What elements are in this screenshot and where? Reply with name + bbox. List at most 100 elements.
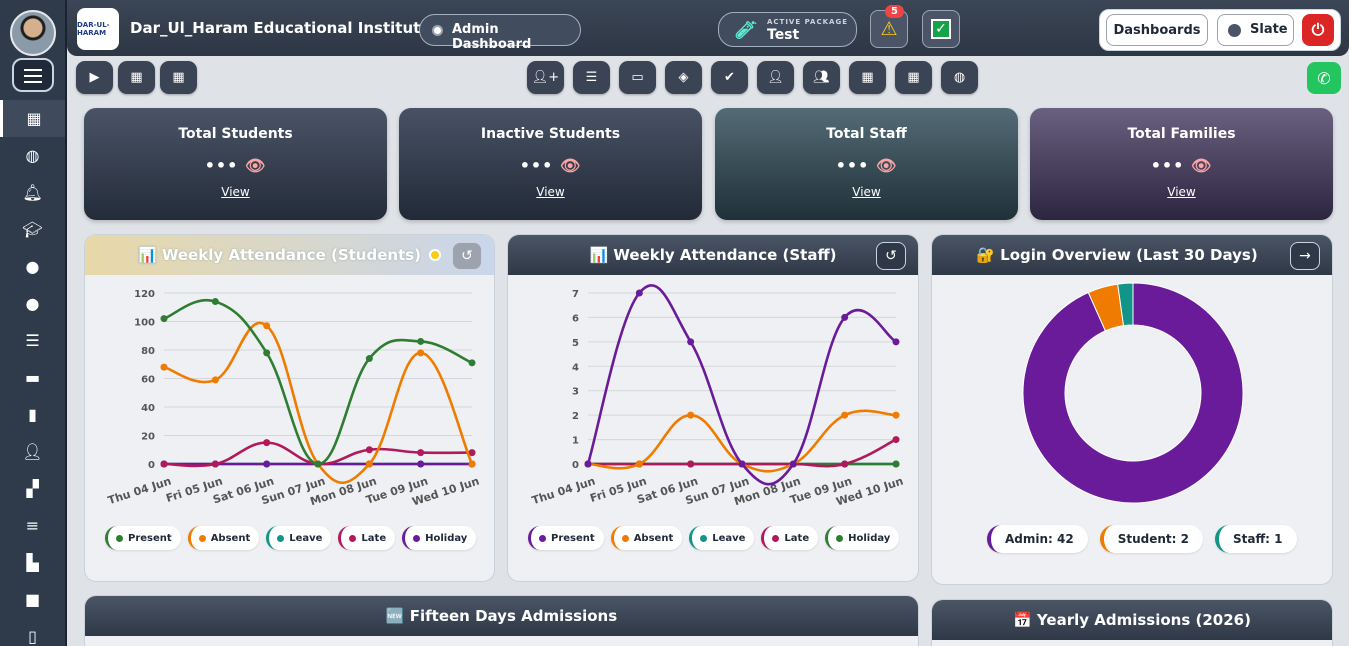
sidebar-list-icon[interactable]: ☰: [0, 322, 65, 359]
sidebar-file-icon[interactable]: ■: [0, 581, 65, 618]
arrow-right-icon-button[interactable]: →: [1290, 242, 1320, 270]
eye-icon[interactable]: 👁: [876, 156, 897, 175]
sidebar-user-icon[interactable]: 👤︎: [0, 433, 65, 470]
data-point-present[interactable]: [263, 349, 271, 357]
view-link[interactable]: View: [399, 185, 702, 199]
whatsapp-icon-button[interactable]: ✆: [1307, 62, 1341, 94]
data-point-present[interactable]: [892, 338, 900, 346]
play-icon-button[interactable]: ▶: [76, 61, 113, 94]
view-link[interactable]: View: [84, 185, 387, 199]
data-point-absent[interactable]: [365, 460, 373, 468]
sidebar-globe-icon[interactable]: ◍: [0, 137, 65, 174]
data-point-late[interactable]: [211, 460, 219, 468]
data-point-present[interactable]: [211, 298, 219, 306]
legend-absent[interactable]: Absent: [187, 526, 260, 550]
classroom-icon-button[interactable]: ▭: [619, 61, 656, 94]
list-icon-button[interactable]: ☰: [573, 61, 610, 94]
data-point-holiday[interactable]: [417, 460, 425, 468]
hamburger-menu-button[interactable]: [12, 58, 54, 92]
grid-icon-button[interactable]: ▦: [118, 61, 155, 94]
theme-button[interactable]: Slate: [1217, 14, 1294, 46]
legend-leave[interactable]: Leave: [689, 526, 755, 550]
legend-holiday[interactable]: Holiday: [825, 526, 900, 550]
logout-power-button[interactable]: ⏻: [1302, 14, 1334, 46]
legend-staff[interactable]: Staff: 1: [1214, 525, 1297, 553]
eye-icon[interactable]: 👁: [560, 156, 581, 175]
data-point-present[interactable]: [635, 289, 643, 297]
data-point-present[interactable]: [365, 355, 373, 363]
apps-icon-button-2[interactable]: ▦: [895, 61, 932, 94]
history-icon-button[interactable]: ↺: [876, 242, 906, 270]
donut-slice-admin[interactable]: [1022, 282, 1244, 504]
data-point-present[interactable]: [314, 460, 322, 468]
legend-absent[interactable]: Absent: [610, 526, 683, 550]
eye-icon[interactable]: 👁: [1191, 156, 1212, 175]
data-point-late[interactable]: [263, 439, 271, 447]
sidebar-dashboard-icon[interactable]: ▦: [0, 100, 65, 137]
warnings-button[interactable]: ⚠ 5: [870, 5, 908, 48]
sidebar-graduation-icon[interactable]: 🎓︎: [0, 211, 65, 248]
data-point-late[interactable]: [841, 460, 849, 468]
add-user-icon-button[interactable]: 👤︎+: [527, 61, 564, 94]
dashboards-button[interactable]: Dashboards: [1106, 14, 1208, 46]
user-check-icon-button[interactable]: ✔: [711, 61, 748, 94]
view-link[interactable]: View: [1030, 185, 1333, 199]
active-package-button[interactable]: 🧪︎ ACTIVE PACKAGE Test: [718, 12, 857, 47]
data-point-present[interactable]: [789, 460, 797, 468]
sidebar-card-icon[interactable]: ▬: [0, 359, 65, 396]
data-point-absent[interactable]: [635, 460, 643, 468]
legend-leave[interactable]: Leave: [266, 526, 332, 550]
data-point-present[interactable]: [687, 338, 695, 346]
sidebar-circle-icon-2[interactable]: ●: [0, 285, 65, 322]
sidebar-building-icon[interactable]: ▙: [0, 544, 65, 581]
layers-icon-button[interactable]: ◈: [665, 61, 702, 94]
data-point-absent[interactable]: [211, 376, 219, 384]
sidebar-grid-icon[interactable]: ▞: [0, 470, 65, 507]
sidebar-text-icon[interactable]: ≡: [0, 507, 65, 544]
admin-dashboard-toggle[interactable]: Admin Dashboard: [419, 14, 581, 52]
sidebar-book-icon[interactable]: ▮: [0, 396, 65, 433]
data-point-late[interactable]: [160, 460, 168, 468]
data-point-present[interactable]: [160, 315, 168, 323]
data-point-present[interactable]: [584, 460, 592, 468]
avatar[interactable]: [10, 10, 56, 56]
data-point-late[interactable]: [892, 436, 900, 444]
globe-icon-button[interactable]: ◍: [941, 61, 978, 94]
data-point-present[interactable]: [841, 313, 849, 321]
sidebar-doc-icon[interactable]: ▯: [0, 618, 65, 646]
legend-present[interactable]: Present: [105, 526, 181, 550]
tasks-button[interactable]: ✓: [922, 10, 960, 48]
data-point-absent[interactable]: [841, 411, 849, 419]
data-point-absent[interactable]: [687, 411, 695, 419]
checkbox-icon: ✓: [931, 19, 951, 39]
apps-icon-button[interactable]: ▦: [849, 61, 886, 94]
data-point-present[interactable]: [468, 359, 476, 367]
data-point-late[interactable]: [687, 460, 695, 468]
data-point-absent[interactable]: [417, 349, 425, 357]
grid-icon-button-2[interactable]: ▦: [160, 61, 197, 94]
data-point-holiday[interactable]: [892, 460, 900, 468]
series-line-present: [586, 284, 897, 486]
user-icon-button[interactable]: 👤︎: [757, 61, 794, 94]
legend-present[interactable]: Present: [528, 526, 604, 550]
sidebar-bell-icon[interactable]: 🔔︎: [0, 174, 65, 211]
legend-student[interactable]: Student: 2: [1099, 525, 1203, 553]
data-point-late[interactable]: [417, 449, 425, 457]
data-point-holiday[interactable]: [263, 460, 271, 468]
data-point-absent[interactable]: [892, 411, 900, 419]
data-point-present[interactable]: [738, 460, 746, 468]
legend-late[interactable]: Late: [761, 526, 819, 550]
data-point-absent[interactable]: [468, 460, 476, 468]
data-point-late[interactable]: [365, 446, 373, 454]
data-point-present[interactable]: [417, 337, 425, 345]
history-icon-button[interactable]: ↺: [452, 242, 482, 270]
view-link[interactable]: View: [715, 185, 1018, 199]
eye-icon[interactable]: 👁: [245, 156, 266, 175]
sidebar-circle-icon[interactable]: ●: [0, 248, 65, 285]
legend-late[interactable]: Late: [338, 526, 396, 550]
legend-admin[interactable]: Admin: 42: [987, 525, 1088, 553]
users-icon-button[interactable]: 👥︎: [803, 61, 840, 94]
legend-holiday[interactable]: Holiday: [402, 526, 477, 550]
data-point-absent[interactable]: [263, 322, 271, 330]
data-point-absent[interactable]: [160, 363, 168, 371]
